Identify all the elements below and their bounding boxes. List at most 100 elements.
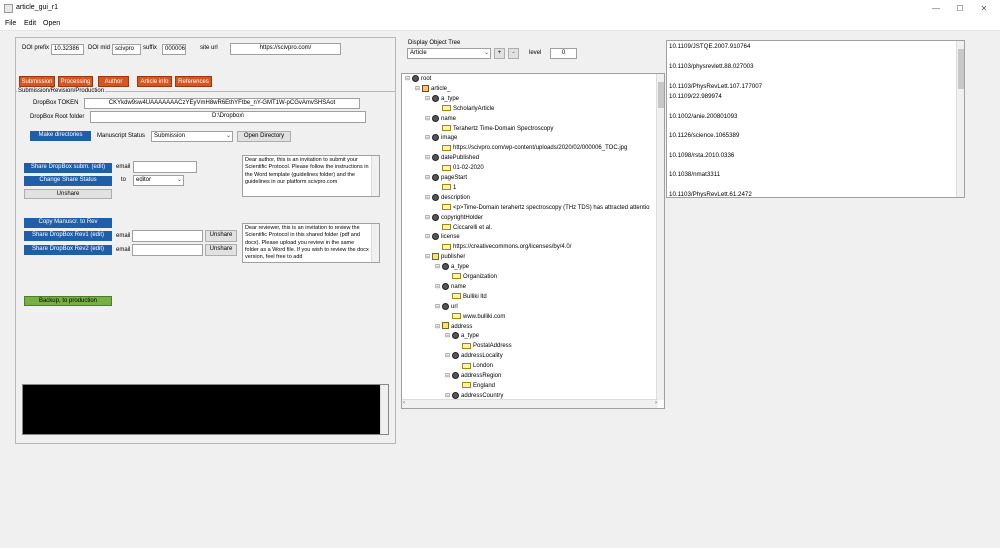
tab-submission[interactable]: Submission xyxy=(19,76,55,87)
tree-node[interactable]: ⊟ addressRegion xyxy=(445,371,501,381)
reviewer1-email-input[interactable] xyxy=(132,230,203,242)
manuscript-status-select[interactable]: Submission ⌄ xyxy=(151,131,233,142)
reviewer2-email-input[interactable] xyxy=(132,244,203,256)
console-scrollbar[interactable] xyxy=(380,385,388,434)
author-message-scrollbar[interactable] xyxy=(371,156,379,196)
tree-node[interactable]: ⊟ license xyxy=(425,232,460,242)
doi-list-item[interactable]: 10.1038/nmat3311 xyxy=(669,171,720,178)
level-input[interactable]: 0 xyxy=(550,48,577,59)
tree-toggle-icon[interactable]: ⊟ xyxy=(445,331,452,341)
tree-node[interactable]: 1 xyxy=(435,183,456,193)
reviewer-message-textarea[interactable]: Dear reviewer, this is an invitation to … xyxy=(242,223,380,263)
tree-toggle-icon[interactable]: ⊟ xyxy=(435,302,442,312)
tree-toggle-icon[interactable]: ⊟ xyxy=(425,114,432,124)
tree-toggle-icon[interactable]: ⊟ xyxy=(445,351,452,361)
menu-file[interactable]: File xyxy=(5,20,16,27)
doi-list-item[interactable]: 10.1109/JSTQE.2007.910764 xyxy=(669,43,750,50)
backup-production-button[interactable]: Backup, to production xyxy=(24,296,112,306)
tree-node[interactable]: London xyxy=(455,361,493,371)
share-dropbox-subm-button[interactable]: Share DropBox subm. (edit) xyxy=(24,163,112,173)
dropbox-token-input[interactable]: CKYkdw9sw4UAAAAAAACzYEyVmH8wR6EthYFtbe_n… xyxy=(84,98,360,109)
tree-toggle-icon[interactable]: ⊟ xyxy=(415,84,422,94)
tree-toggle-icon[interactable]: ⊟ xyxy=(425,133,432,143)
tree-node[interactable]: PostalAddress xyxy=(455,341,512,351)
tree-node[interactable]: ⊟ name xyxy=(425,114,456,124)
tree-toggle-icon[interactable]: ⊟ xyxy=(425,173,432,183)
tree-node[interactable]: https://creativecommons.org/licenses/by/… xyxy=(435,242,571,252)
tree-scroll-thumb[interactable] xyxy=(658,82,664,108)
tree-node[interactable]: ScholarlyArticle xyxy=(435,104,494,114)
tree-node[interactable]: ⊟ addressLocality xyxy=(445,351,503,361)
share-dropbox-rev2-button[interactable]: Share DropBox Rev2 (edit) xyxy=(24,245,112,255)
doi-prefix-input[interactable]: 10.32386 xyxy=(51,44,84,55)
tree-toggle-icon[interactable]: ⊟ xyxy=(425,232,432,242)
tree-node[interactable]: ⊟ name xyxy=(435,282,466,292)
tree-node[interactable]: Organization xyxy=(445,272,497,282)
maximize-icon[interactable]: ☐ xyxy=(948,2,972,15)
tree-node[interactable]: ⊟ root xyxy=(405,74,431,84)
tree-node[interactable]: ⊟ copyrightHolder xyxy=(425,213,483,223)
tree-toggle-icon[interactable]: ⊟ xyxy=(445,371,452,381)
tree-toggle-icon[interactable]: ⊟ xyxy=(425,252,432,262)
dropbox-root-input[interactable]: D:\Dropbox\ xyxy=(90,111,366,123)
role-select[interactable]: editor ⌄ xyxy=(133,175,184,186)
site-url-input[interactable]: https://scivpro.com/ xyxy=(230,43,341,55)
tree-collapse-button[interactable]: - xyxy=(508,48,519,59)
suffix-input[interactable]: 000006 xyxy=(162,44,186,55)
tree-toggle-icon[interactable]: ⊟ xyxy=(425,213,432,223)
tree-toggle-icon[interactable]: ⊟ xyxy=(425,94,432,104)
copy-manuscript-button[interactable]: Copy Manuscr. to Rev xyxy=(24,218,112,228)
doi-scroll-thumb[interactable] xyxy=(958,49,964,89)
tree-vertical-scrollbar[interactable] xyxy=(656,74,664,400)
reviewer-message-scrollbar[interactable] xyxy=(371,224,379,262)
author-email-input[interactable] xyxy=(133,161,197,173)
open-directory-button[interactable]: Open Directory xyxy=(237,131,291,142)
tree-node[interactable]: ⊟ description xyxy=(425,193,470,203)
tree-toggle-icon[interactable]: ⊟ xyxy=(435,322,442,332)
unshare-rev1-button[interactable]: Unshare xyxy=(205,230,237,242)
menu-edit[interactable]: Edit xyxy=(24,20,36,27)
minimize-icon[interactable]: — xyxy=(924,2,948,15)
change-share-status-button[interactable]: Change Share Status xyxy=(24,176,112,186)
tree-toggle-icon[interactable]: ⊟ xyxy=(435,262,442,272)
tree-node[interactable]: ⊟ publisher xyxy=(425,252,465,262)
unshare-rev2-button[interactable]: Unshare xyxy=(205,244,237,256)
tree-node[interactable]: ⊟ address xyxy=(435,322,472,332)
tree-node[interactable]: ⊟ article_ xyxy=(415,84,450,94)
doi-list-item[interactable]: 10.1126/science.1065389 xyxy=(669,132,739,139)
tree-node[interactable]: ⊟ pageStart xyxy=(425,173,467,183)
tree-node[interactable]: https://scivpro.com/wp-content/uploads/2… xyxy=(435,143,627,153)
tree-toggle-icon[interactable]: ⊟ xyxy=(425,193,432,203)
tree-node[interactable]: <p>Time-Domain terahertz spectroscopy (T… xyxy=(435,203,649,213)
tree-node[interactable]: Bulliki ltd xyxy=(445,292,487,302)
scroll-left-icon[interactable]: ‹ xyxy=(403,400,405,406)
share-dropbox-rev1-button[interactable]: Share DropBox Rev1 (edit) xyxy=(24,231,112,241)
doi-list-item[interactable]: 10.1002/anie.200801093 xyxy=(669,113,737,120)
doi-list-item[interactable]: 10.1103/PhysRevLett.107.177007 xyxy=(669,83,762,90)
doi-list[interactable]: 10.1109/JSTQE.2007.910764 10.1103/physrev… xyxy=(666,40,965,198)
close-icon[interactable]: ✕ xyxy=(972,2,996,15)
tree-toggle-icon[interactable]: ⊟ xyxy=(425,153,432,163)
object-type-select[interactable]: Article ⌄ xyxy=(407,48,491,59)
make-directories-button[interactable]: Make directories xyxy=(30,131,91,141)
tree-node[interactable]: 01-02-2020 xyxy=(435,163,484,173)
tree-node[interactable]: ⊟ image xyxy=(425,133,457,143)
doi-list-item[interactable]: 10.1103/physrevlett.88.027003 xyxy=(669,63,754,70)
tree-node[interactable]: ⊟ a_type xyxy=(425,94,459,104)
doi-list-item[interactable]: 10.1103/PhysRevLett.61.2472 xyxy=(669,191,752,197)
tree-expand-button[interactable]: + xyxy=(494,48,505,59)
tree-node[interactable]: Terahertz Time-Domain Spectroscopy xyxy=(435,124,553,134)
scroll-right-icon[interactable]: › xyxy=(655,400,657,406)
doi-list-item[interactable]: 10.1098/rsta.2010.0336 xyxy=(669,152,734,159)
menu-open[interactable]: Open xyxy=(43,20,60,27)
tree-node[interactable]: ⊟ datePublished xyxy=(425,153,479,163)
tree-node[interactable]: Ciccarelli et al. xyxy=(435,223,492,233)
tree-node[interactable]: ⊟ a_type xyxy=(445,331,479,341)
doi-list-item[interactable]: 10.1109/22.989974 xyxy=(669,93,722,100)
tree-toggle-icon[interactable]: ⊟ xyxy=(405,74,412,84)
tab-references[interactable]: References xyxy=(175,76,212,87)
tab-article-info[interactable]: Article info xyxy=(137,76,172,87)
object-tree[interactable]: ⊟ root ⊟ article_ ⊟ a_type ScholarlyArticle ⊟ na… xyxy=(401,73,665,409)
tree-toggle-icon[interactable]: ⊟ xyxy=(435,282,442,292)
unshare-author-button[interactable]: Unshare xyxy=(24,189,112,199)
